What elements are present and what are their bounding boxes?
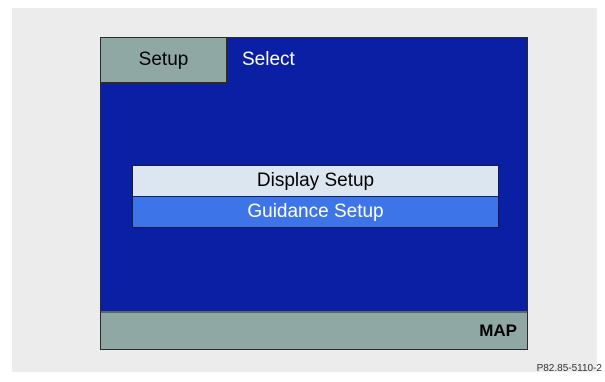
menu-item-display-setup[interactable]: Display Setup xyxy=(133,166,498,196)
header-title: Select xyxy=(242,49,295,70)
menu-item-guidance-setup[interactable]: Guidance Setup xyxy=(133,196,498,227)
setup-tab[interactable]: Setup xyxy=(101,38,228,84)
setup-menu: Display Setup Guidance Setup xyxy=(132,165,499,228)
figure-caption: P82.85-5110-2 xyxy=(536,363,602,374)
map-button[interactable]: MAP xyxy=(479,313,517,349)
header-bar: Setup Select xyxy=(101,38,527,84)
footer-bar: MAP xyxy=(101,311,527,349)
navigation-display: Setup Select Display Setup Guidance Setu… xyxy=(100,37,528,350)
